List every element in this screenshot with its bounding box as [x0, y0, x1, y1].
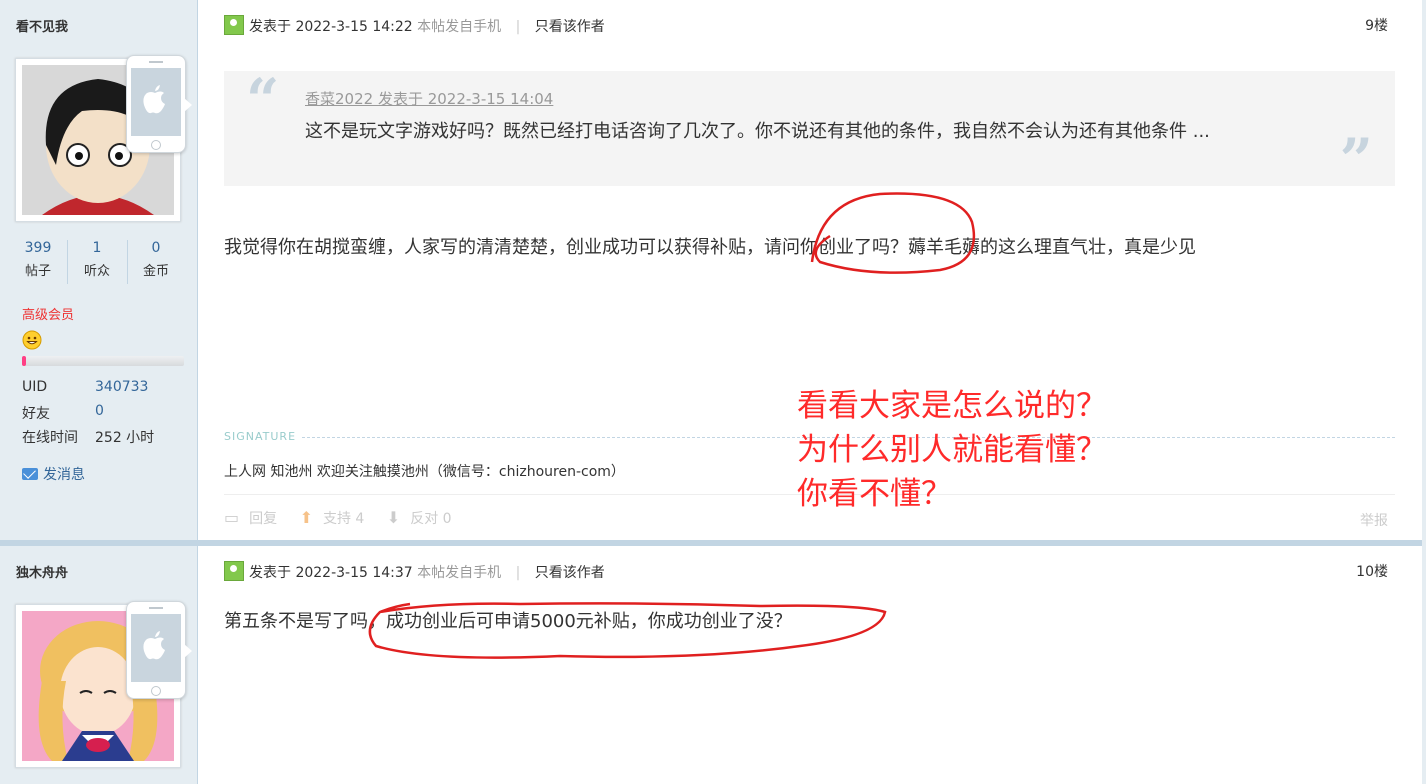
stat-posts[interactable]: 399 帖子	[10, 240, 66, 279]
apple-icon	[143, 85, 165, 114]
signature-text: 上人网 知池州 欢迎关注触摸池州（微信号：chizhouren-com）	[224, 464, 625, 480]
stat-followers[interactable]: 1 听众	[69, 240, 125, 279]
open-quote-icon: “	[246, 66, 280, 134]
info-online-time: 在线时间 252 小时	[22, 427, 154, 447]
post-meta: 发表于 2022-3-15 14:37 本帖发自手机 | 只看该作者	[224, 561, 605, 582]
apple-icon	[143, 631, 165, 660]
annotation-line-3: 你看不懂？	[797, 476, 952, 512]
support-button[interactable]: ⬆ 支持 4	[299, 508, 365, 527]
annotation-text: 看看大家是怎么说的？ 为什么别人就能看懂？ 你看不懂？	[797, 384, 1107, 516]
author-sidebar: 看不见我 399 帖子 1 听众 0 金币 高级会员 UID 340733 好友…	[0, 0, 198, 540]
report-link[interactable]: 举报	[1360, 510, 1388, 530]
annotation-line-1: 看看大家是怎么说的？	[797, 388, 1107, 424]
friends-value[interactable]: 0	[95, 403, 104, 419]
post-actions: ▭ 回复 ⬆ 支持 4 ⬇ 反对 0	[224, 508, 470, 528]
send-message-link[interactable]: 发消息	[22, 464, 85, 484]
author-sidebar: 独木舟舟	[0, 546, 198, 784]
credit-progress-bar	[22, 356, 184, 366]
reply-button[interactable]: ▭ 回复	[224, 508, 277, 527]
only-author-link[interactable]: 只看该作者	[535, 19, 605, 35]
quote-header[interactable]: 香菜2022 发表于 2022-3-15 14:04	[305, 88, 553, 109]
user-rank[interactable]: 高级会员	[22, 304, 74, 323]
stat-coins[interactable]: 0 金币	[128, 240, 184, 279]
user-stats: 399 帖子 1 听众 0 金币	[8, 240, 188, 284]
annotation-line-2: 为什么别人就能看懂？	[797, 432, 1107, 468]
oppose-button[interactable]: ⬇ 反对 0	[386, 508, 452, 527]
envelope-icon	[22, 468, 38, 480]
from-mobile-label: 本帖发自手机	[417, 565, 502, 581]
post-9: 看不见我 399 帖子 1 听众 0 金币 高级会员 UID 340733 好友…	[0, 0, 1426, 540]
mobile-device-icon	[126, 601, 186, 699]
thumb-down-icon: ⬇	[386, 508, 401, 527]
post-content: 发表于 2022-3-15 14:37 本帖发自手机 | 只看该作者 10楼 第…	[198, 546, 1426, 784]
reply-icon: ▭	[224, 508, 240, 527]
post-10: 独木舟舟 发表于 2022-3-15 14:37 本帖发自手机 | 只看该作者 …	[0, 546, 1426, 784]
online-status-icon	[224, 15, 244, 35]
online-time-value: 252 小时	[95, 430, 155, 446]
info-uid: UID 340733	[22, 379, 149, 395]
quote-text: 这不是玩文字游戏好吗？既然已经打电话咨询了几次了。你不说还有其他的条件，我自然不…	[305, 121, 1210, 142]
signature-label: SIGNATURE	[224, 430, 297, 443]
thumb-up-icon: ⬆	[299, 508, 313, 527]
floor-number[interactable]: 9楼	[1365, 15, 1388, 35]
only-author-link[interactable]: 只看该作者	[535, 565, 605, 581]
online-status-icon	[224, 561, 244, 581]
floor-number[interactable]: 10楼	[1356, 561, 1388, 581]
author-name[interactable]: 独木舟舟	[16, 562, 68, 581]
rank-smiley-icon	[22, 330, 42, 350]
post-meta: 发表于 2022-3-15 14:22 本帖发自手机 | 只看该作者	[224, 15, 605, 36]
from-mobile-label: 本帖发自手机	[417, 19, 502, 35]
uid-value[interactable]: 340733	[95, 379, 148, 395]
info-friends: 好友 0	[22, 403, 104, 422]
post-body: 我觉得你在胡搅蛮缠，人家写的清清楚楚，创业成功可以获得补贴，请问你创业了吗？薅羊…	[224, 237, 1196, 258]
scrollbar-track[interactable]	[1422, 0, 1426, 784]
mobile-device-icon	[126, 55, 186, 153]
close-quote-icon: ”	[1339, 126, 1373, 194]
quote-block: “ 香菜2022 发表于 2022-3-15 14:04 这不是玩文字游戏好吗？…	[224, 66, 1395, 194]
post-body: 第五条不是写了吗，成功创业后可申请5000元补贴，你成功创业了没？	[224, 611, 792, 632]
author-name[interactable]: 看不见我	[16, 16, 68, 35]
